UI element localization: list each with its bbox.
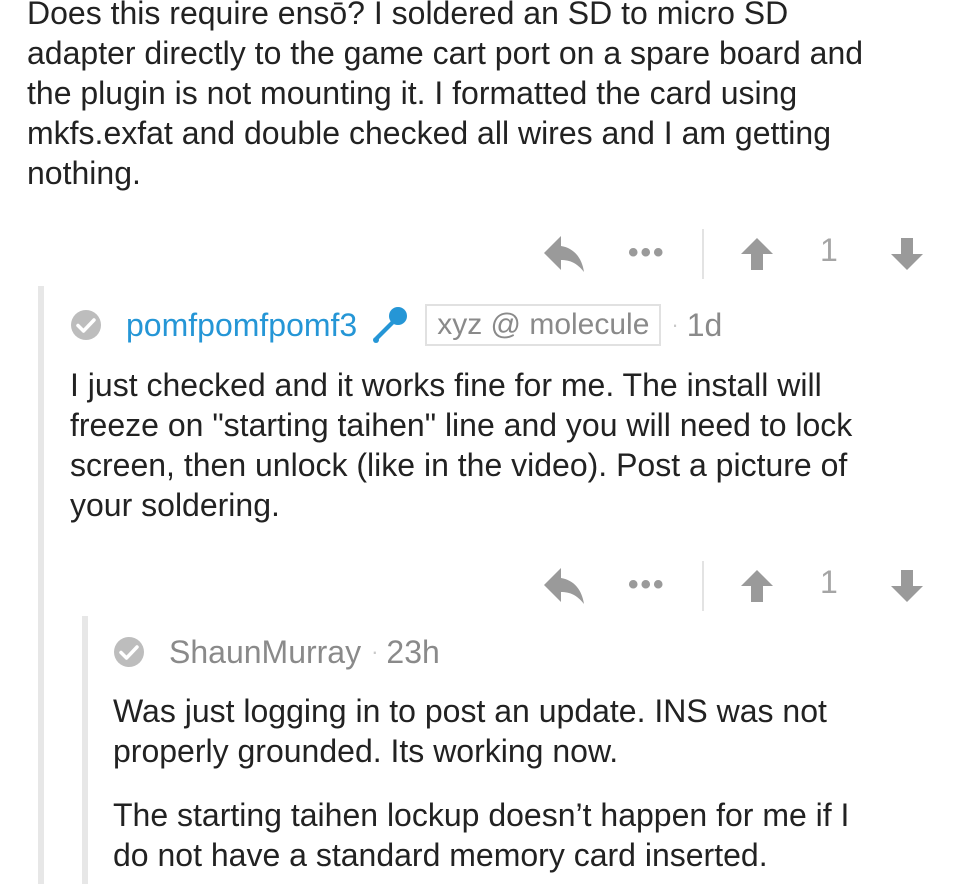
downvote-button[interactable]	[887, 566, 927, 606]
comment-meta: ShaunMurray · 23h	[113, 630, 440, 674]
comment-age: 23h	[386, 633, 440, 670]
reply-button[interactable]	[542, 564, 586, 608]
upvote-button[interactable]	[737, 566, 777, 606]
downvote-button[interactable]	[887, 234, 927, 274]
checkmark-circle-icon[interactable]	[70, 309, 102, 341]
upvote-button[interactable]	[737, 234, 777, 274]
comment-paragraph: Was just logging in to post an update. I…	[113, 691, 953, 771]
comment-line: mkfs.exfat and double checked all wires …	[27, 115, 831, 151]
upvote-arrow-icon	[741, 570, 773, 602]
more-dots-icon: •••	[628, 236, 666, 269]
comment-line: I just checked and it works fine for me.…	[70, 367, 822, 403]
comment-body: Does this require ensō? I soldered an SD…	[27, 0, 947, 193]
downvote-arrow-icon	[891, 238, 923, 270]
reply-button[interactable]	[542, 232, 586, 276]
score-count: 1	[820, 232, 838, 268]
comment-line: freeze on "starting taihen" line and you…	[70, 407, 853, 443]
comment-paragraph: The starting taihen lockup doesn’t happe…	[113, 795, 953, 875]
comment-meta: pomfpomfpomf3 xyz @ molecule · 1d	[70, 303, 722, 347]
upvote-arrow-icon	[741, 238, 773, 270]
comment-line: The starting taihen lockup doesn’t happe…	[113, 797, 850, 833]
thread-line	[82, 616, 88, 884]
comment-line: nothing.	[27, 155, 141, 191]
comment-line: adapter directly to the game cart port o…	[27, 35, 864, 71]
comment-line: properly grounded. Its working now.	[113, 733, 619, 769]
comment-line: Does this require ensō? I soldered an SD…	[27, 0, 789, 31]
comment-body: I just checked and it works fine for me.…	[70, 365, 950, 525]
more-dots-icon: •••	[628, 568, 666, 601]
score-count: 1	[820, 564, 838, 600]
divider	[702, 561, 704, 611]
divider	[702, 229, 704, 279]
comment-line: screen, then unlock (like in the video).…	[70, 447, 848, 483]
separator-dot: ·	[371, 639, 379, 664]
downvote-arrow-icon	[891, 570, 923, 602]
reply-arrow-icon	[544, 568, 584, 604]
comment-age: 1d	[686, 306, 723, 343]
more-options-button[interactable]: •••	[628, 570, 666, 600]
user-flair: xyz @ molecule	[425, 304, 662, 346]
comment-line: the plugin is not mounting it. I formatt…	[27, 75, 798, 111]
comment-line: Was just logging in to post an update. I…	[113, 693, 827, 729]
comment-line: do not have a standard memory card inser…	[113, 837, 768, 873]
microphone-icon	[373, 307, 408, 343]
comment-body: Was just logging in to post an update. I…	[113, 691, 953, 875]
comment-line: your soldering.	[70, 487, 280, 523]
separator-dot: ·	[671, 312, 679, 337]
thread-line	[38, 286, 44, 884]
username-link[interactable]: pomfpomfpomf3	[126, 307, 357, 344]
more-options-button[interactable]: •••	[628, 238, 666, 268]
reply-arrow-icon	[544, 236, 584, 272]
checkmark-circle-icon[interactable]	[113, 636, 145, 668]
username-link[interactable]: ShaunMurray	[169, 634, 361, 671]
